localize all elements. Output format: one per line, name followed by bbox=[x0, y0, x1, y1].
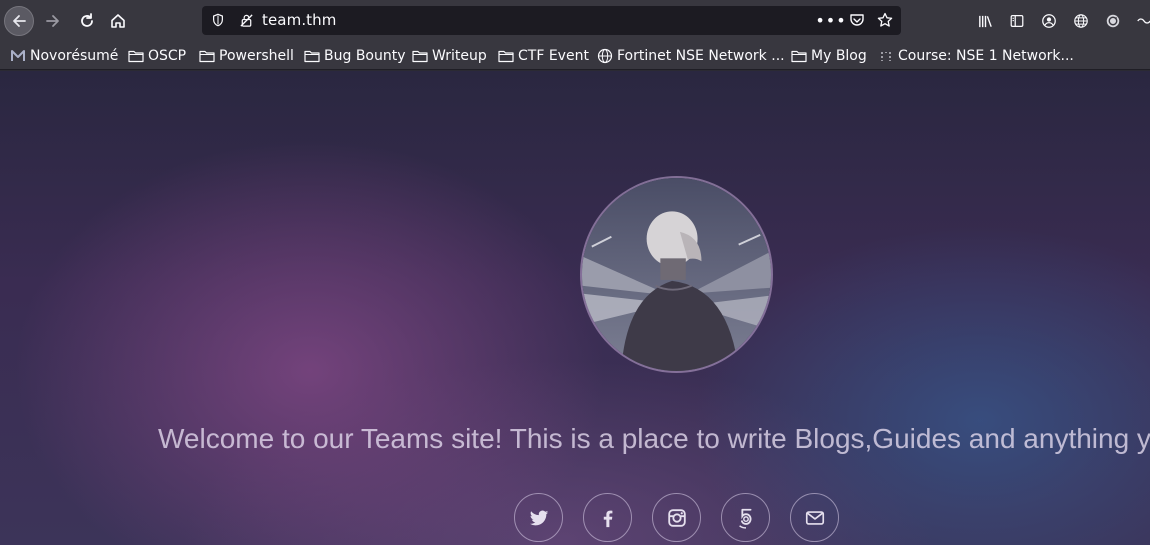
profile-avatar bbox=[580, 176, 773, 373]
sidebar-icon[interactable] bbox=[1008, 12, 1026, 30]
bookmark-novoresume[interactable]: Novorésumé bbox=[10, 46, 118, 66]
folder-icon bbox=[199, 50, 215, 63]
bookmark-label: Novorésumé bbox=[30, 48, 119, 64]
bookmark-bug-bounty[interactable]: Bug Bounty bbox=[304, 46, 406, 66]
folder-icon bbox=[304, 50, 320, 63]
account-icon[interactable] bbox=[1040, 12, 1058, 30]
address-bar[interactable]: team.thm ••• bbox=[202, 6, 901, 35]
email-icon bbox=[805, 510, 824, 525]
forward-button[interactable] bbox=[38, 6, 68, 36]
url-text[interactable]: team.thm bbox=[262, 11, 336, 29]
page-actions-icon[interactable]: ••• bbox=[815, 11, 845, 30]
instagram-link[interactable] bbox=[652, 493, 701, 542]
500px-link[interactable] bbox=[721, 493, 770, 542]
dots-icon bbox=[881, 52, 891, 61]
bookmark-nse1-course[interactable]: Course: NSE 1 Network... bbox=[878, 46, 1074, 66]
reload-button[interactable] bbox=[72, 6, 102, 36]
bookmark-fortinet[interactable]: Fortinet NSE Network ... bbox=[597, 46, 785, 66]
overflow-menu-icon[interactable] bbox=[1135, 12, 1150, 30]
extension-icon[interactable] bbox=[1104, 12, 1122, 30]
bookmark-writeup[interactable]: Writeup bbox=[412, 46, 487, 66]
tracking-shield-icon[interactable] bbox=[210, 12, 226, 28]
folder-icon bbox=[128, 50, 144, 63]
bookmark-oscp[interactable]: OSCP bbox=[128, 46, 186, 66]
insecure-lock-icon[interactable] bbox=[238, 12, 254, 28]
pocket-icon[interactable] bbox=[849, 12, 865, 28]
bookmark-label: Course: NSE 1 Network... bbox=[898, 48, 1074, 64]
forward-arrow-icon bbox=[46, 15, 59, 27]
bookmark-label: Writeup bbox=[432, 48, 487, 64]
twitter-link[interactable] bbox=[514, 493, 563, 542]
novoresume-icon bbox=[11, 50, 25, 61]
bookmark-star-icon[interactable] bbox=[877, 12, 893, 28]
500px-icon bbox=[738, 508, 752, 529]
home-icon bbox=[111, 14, 125, 28]
folder-icon bbox=[412, 50, 428, 63]
folder-icon bbox=[791, 50, 807, 63]
avatar-image bbox=[582, 178, 771, 371]
home-button[interactable] bbox=[103, 6, 133, 36]
reload-icon bbox=[81, 13, 93, 27]
bookmark-ctf-event[interactable]: CTF Event bbox=[498, 46, 589, 66]
facebook-link[interactable] bbox=[583, 493, 632, 542]
library-icon[interactable] bbox=[976, 12, 994, 30]
bookmark-label: Bug Bounty bbox=[324, 48, 406, 64]
welcome-message: Welcome to our Teams site! This is a pla… bbox=[158, 423, 1150, 454]
instagram-icon bbox=[667, 508, 686, 527]
browser-toolbar: team.thm ••• bbox=[0, 0, 1150, 42]
facebook-icon bbox=[603, 510, 612, 527]
back-button[interactable] bbox=[4, 6, 34, 36]
folder-icon bbox=[498, 50, 514, 63]
bookmark-label: OSCP bbox=[148, 48, 187, 64]
bookmark-label: Powershell bbox=[219, 48, 294, 64]
globe-icon bbox=[597, 48, 613, 64]
bookmark-my-blog[interactable]: My Blog bbox=[791, 46, 867, 66]
bookmark-label: CTF Event bbox=[518, 48, 589, 64]
email-link[interactable] bbox=[790, 493, 839, 542]
back-arrow-icon bbox=[13, 15, 26, 27]
twitter-icon bbox=[529, 510, 548, 525]
page-content: Welcome to our Teams site! This is a pla… bbox=[0, 71, 1150, 545]
bookmarks-bar: Novorésumé OSCP Powershell Bug Bounty Wr… bbox=[0, 42, 1150, 70]
bookmark-label: My Blog bbox=[811, 48, 867, 64]
bookmark-powershell[interactable]: Powershell bbox=[199, 46, 294, 66]
globe-icon[interactable] bbox=[1072, 12, 1090, 30]
bookmark-label: Fortinet NSE Network ... bbox=[617, 48, 785, 64]
